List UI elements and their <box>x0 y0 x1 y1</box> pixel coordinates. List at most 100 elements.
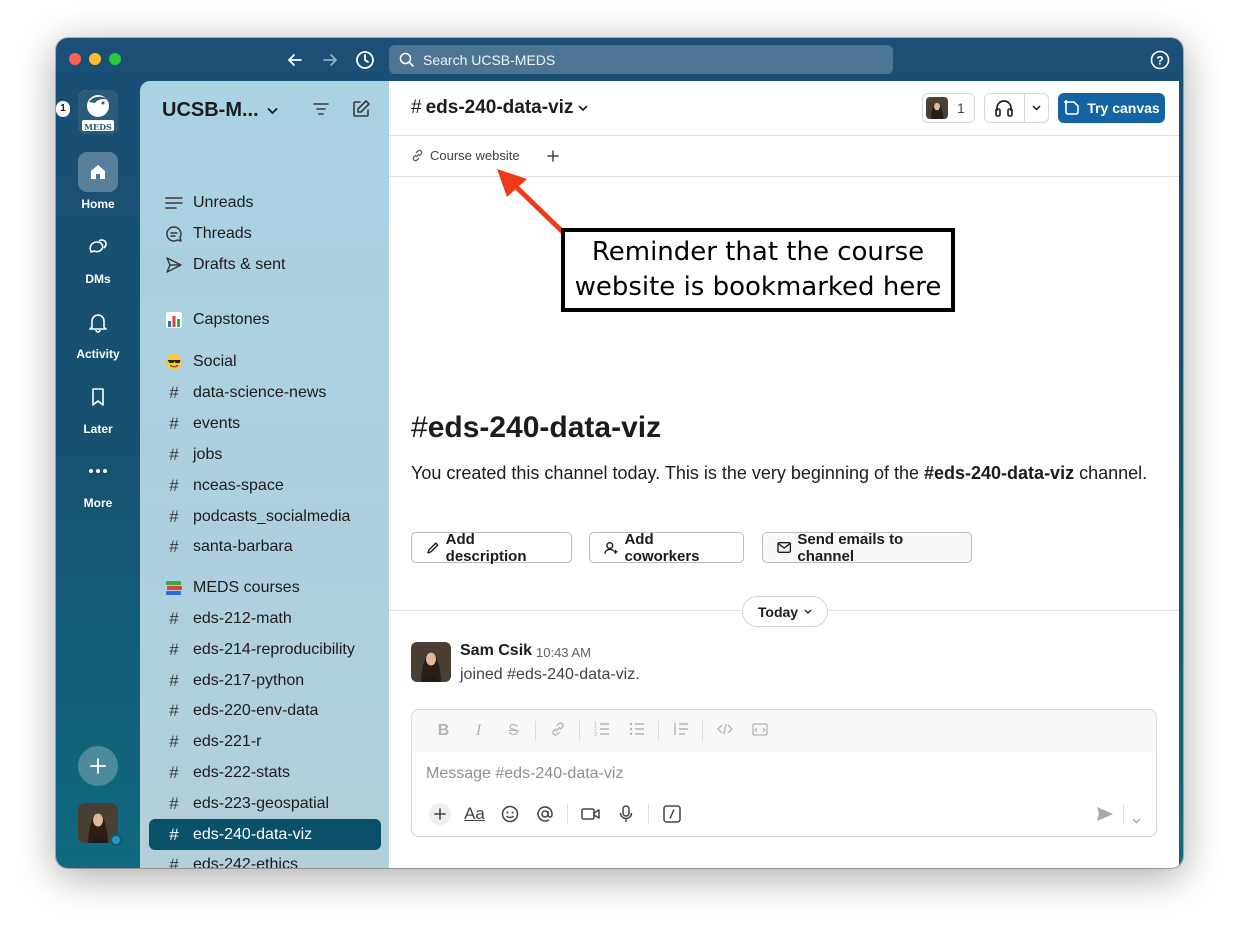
try-canvas-button[interactable]: Try canvas <box>1058 93 1165 123</box>
hash-icon: # <box>169 536 179 556</box>
rail-activity[interactable]: Activity <box>56 302 140 361</box>
dms-icon <box>89 239 107 253</box>
hash-icon: # <box>411 411 428 444</box>
intro-channel-link[interactable]: #eds-240-data-viz <box>924 463 1074 483</box>
sidebar-item-threads[interactable]: Threads <box>149 218 381 249</box>
compose-icon[interactable] <box>351 99 371 124</box>
sidebar-item-jobs[interactable]: # jobs <box>149 439 381 470</box>
bullet-list-icon[interactable] <box>619 722 654 741</box>
sidebar-item-eds-222[interactable]: # eds-222-stats <box>149 757 381 788</box>
channel-title-button[interactable]: # eds-240-data-viz <box>411 97 588 119</box>
sidebar-item-eds-217[interactable]: # eds-217-python <box>149 665 381 696</box>
sidebar-item-eds-220[interactable]: # eds-220-env-data <box>149 695 381 726</box>
sidebar-item-eds-214[interactable]: # eds-214-reproducibility <box>149 634 381 665</box>
channel-intro-text: You created this channel today. This is … <box>411 459 1151 488</box>
close-window-button[interactable] <box>69 53 81 65</box>
sidebar-item-label: MEDS courses <box>193 578 300 596</box>
user-avatar[interactable] <box>78 803 122 846</box>
bold-icon[interactable]: B <box>426 722 461 740</box>
video-icon[interactable] <box>573 807 608 821</box>
sidebar-item-eds-221[interactable]: # eds-221-r <box>149 726 381 757</box>
huddle-button[interactable] <box>984 93 1049 123</box>
sidebar-section-capstones[interactable]: Capstones <box>149 304 381 335</box>
create-new-button[interactable] <box>78 746 118 786</box>
schedule-send-button[interactable] <box>1132 811 1141 829</box>
message-avatar[interactable] <box>411 642 451 682</box>
canvas-icon <box>1064 100 1080 115</box>
hash-icon: # <box>169 854 179 869</box>
microphone-icon[interactable] <box>608 805 643 823</box>
books-emoji <box>164 580 184 596</box>
sidebar-item-drafts[interactable]: Drafts & sent <box>149 249 381 280</box>
sidebar-item-eds-223[interactable]: # eds-223-geospatial <box>149 788 381 819</box>
add-coworkers-button[interactable]: Add coworkers <box>589 531 744 565</box>
sidebar-item-eds-240[interactable]: # eds-240-data-viz <box>149 819 381 850</box>
sidebar-item-label: jobs <box>193 445 223 463</box>
italic-icon[interactable]: I <box>461 722 496 740</box>
hash-icon: # <box>169 506 179 526</box>
sidebar-section-meds-courses[interactable]: MEDS courses <box>149 572 381 603</box>
sidebar-item-data-science-news[interactable]: # data-science-news <box>149 377 381 408</box>
search-bar[interactable]: Search UCSB-MEDS <box>389 45 893 74</box>
sidebar-item-unreads[interactable]: Unreads <box>149 187 381 218</box>
message-timestamp[interactable]: 10:43 AM <box>536 645 591 660</box>
slack-window: Search UCSB-MEDS ? MEDS 1 Home DMs Activ… <box>56 38 1183 868</box>
hash-icon: # <box>169 444 179 464</box>
send-button[interactable] <box>1096 806 1114 827</box>
add-bookmark-button[interactable] <box>547 149 559 167</box>
sidebar-item-eds-212[interactable]: # eds-212-math <box>149 603 381 634</box>
rail-home[interactable]: Home <box>56 152 140 211</box>
sidebar-item-eds-242[interactable]: # eds-242-ethics <box>149 849 381 869</box>
bookmark-icon <box>92 388 104 406</box>
rail-later[interactable]: Later <box>56 377 140 436</box>
mention-icon[interactable] <box>527 805 562 823</box>
forward-arrow-icon[interactable] <box>318 48 342 72</box>
plus-icon <box>90 758 106 774</box>
blockquote-icon[interactable] <box>663 722 698 741</box>
hash-icon: # <box>169 793 179 813</box>
code-icon[interactable] <box>707 722 742 741</box>
date-divider-button[interactable]: Today <box>742 596 828 627</box>
hash-icon: # <box>169 382 179 402</box>
sidebar-item-santa-barbara[interactable]: # santa-barbara <box>149 531 381 562</box>
search-placeholder: Search UCSB-MEDS <box>423 51 556 68</box>
minimize-window-button[interactable] <box>89 53 101 65</box>
send-icon <box>1097 807 1113 821</box>
add-description-label: Add description <box>445 530 527 565</box>
members-button[interactable]: 1 <box>922 93 975 123</box>
sidebar-item-label: eds-214-reproducibility <box>193 640 355 658</box>
rail-more[interactable]: More <box>56 451 140 510</box>
history-clock-icon[interactable] <box>353 48 377 72</box>
pencil-icon <box>427 541 439 554</box>
message-author[interactable]: Sam Csik <box>460 642 532 660</box>
sidebar-item-label: Drafts & sent <box>193 255 286 273</box>
workspace-name: UCSB-M... <box>162 99 259 121</box>
strikethrough-icon[interactable]: S <box>496 722 531 740</box>
sidebar-section-social[interactable]: Social <box>149 346 381 377</box>
workspace-logo-text: MEDS <box>84 122 112 132</box>
code-block-icon[interactable] <box>742 722 777 741</box>
link-icon[interactable] <box>540 721 575 742</box>
zoom-window-button[interactable] <box>109 53 121 65</box>
sidebar-item-label: eds-217-python <box>193 671 305 689</box>
help-icon[interactable]: ? <box>1148 48 1172 72</box>
workspace-menu[interactable]: UCSB-M... <box>162 99 278 122</box>
message-input[interactable]: Message #eds-240-data-viz <box>426 765 623 783</box>
workspace-switcher[interactable]: MEDS <box>78 90 118 134</box>
ordered-list-icon[interactable]: 123 <box>584 722 619 741</box>
filter-icon[interactable] <box>313 102 329 121</box>
sidebar-item-podcasts[interactable]: # podcasts_socialmedia <box>149 501 381 532</box>
emoji-icon[interactable] <box>492 805 527 823</box>
back-arrow-icon[interactable] <box>283 48 307 72</box>
text-format-icon[interactable]: Aa <box>457 804 492 824</box>
sidebar-item-nceas-space[interactable]: # nceas-space <box>149 470 381 501</box>
rail-dms[interactable]: DMs <box>56 227 140 286</box>
chevron-down-icon <box>267 107 278 114</box>
slash-command-icon[interactable] <box>654 805 689 823</box>
add-description-button[interactable]: Add description <box>411 530 572 565</box>
email-icon <box>777 542 792 553</box>
sidebar-item-events[interactable]: # events <box>149 408 381 439</box>
attach-plus-icon[interactable] <box>422 802 457 826</box>
send-emails-button[interactable]: Send emails to channel <box>762 531 972 565</box>
bookmark-course-website[interactable]: Course website <box>411 148 520 163</box>
